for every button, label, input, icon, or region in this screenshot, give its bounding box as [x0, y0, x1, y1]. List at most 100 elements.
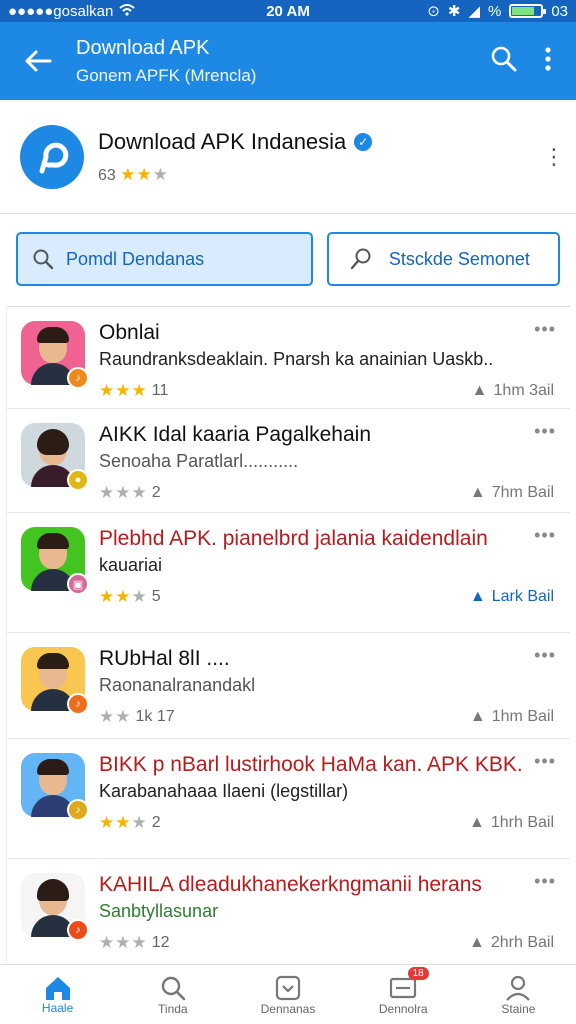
pin-icon: ▲: [469, 484, 486, 501]
overflow-menu-button[interactable]: [544, 46, 552, 77]
rating-count: 11: [151, 382, 169, 399]
item-subtitle: kauariai: [99, 555, 163, 575]
badge-icon: ♪: [67, 799, 89, 821]
badge-icon: ♪: [67, 693, 89, 715]
rating-count: 1k 17: [135, 708, 175, 725]
status-bar: ●●●●●gosalkan 20 AM ⊙ ✱ ◢ % 03: [0, 0, 576, 22]
avatar: ♪: [21, 321, 89, 389]
search-icon: [161, 976, 186, 1000]
nav-downloads-label: Dennanas: [260, 1001, 316, 1016]
more-horizontal-icon[interactable]: •••: [534, 421, 556, 442]
rating-stars: ★★★: [99, 933, 148, 952]
pin-icon: ▲: [469, 708, 486, 725]
badge-icon: ●: [67, 469, 89, 491]
header-meta: 63: [98, 166, 116, 184]
list-item[interactable]: ♪ Obnlai Raundranksdeaklain. Pnarsh ka a…: [7, 307, 570, 409]
nav-inbox[interactable]: 18 Dennolra: [346, 965, 461, 1024]
download-icon: [275, 975, 301, 1000]
list-item[interactable]: ♪ KAHILA dleadukhanekerkngmanii herans S…: [7, 859, 570, 963]
list-item[interactable]: ● AIKK Idal kaaria Pagalkehain Senoaha P…: [7, 409, 570, 513]
item-stat: ▲ Lark Bail: [469, 588, 554, 605]
list-item[interactable]: ♪ BIKK p nBarl lustirhook HaMa kan. APK …: [7, 739, 570, 859]
alarm-icon: ⊙: [427, 3, 440, 20]
app-bar: Download APK Gonem APFK (Mrencla): [0, 22, 576, 100]
battery-icon: [509, 4, 547, 18]
primary-button-label: Pomdl Dendanas: [66, 248, 205, 269]
more-horizontal-icon[interactable]: •••: [534, 319, 556, 340]
item-title: Obnlai: [99, 321, 160, 344]
nav-search-label: Tinda: [158, 1001, 188, 1016]
list-item[interactable]: ▣ Plebhd APK. pianelbrd jalania kaidendl…: [7, 513, 570, 633]
more-horizontal-icon[interactable]: •••: [534, 645, 556, 666]
rating-stars: ★★★: [99, 587, 148, 606]
verified-icon: ✓: [354, 132, 373, 151]
bottom-navigation: Haale Tinda Dennanas 18 Dennolra Staine: [0, 964, 576, 1024]
pin-icon: ▲: [469, 814, 485, 831]
rating-count: 2: [151, 814, 161, 831]
primary-button[interactable]: Pomdl Dendanas: [16, 232, 313, 286]
nav-profile[interactable]: Staine: [461, 965, 576, 1024]
item-title: AIKK Idal kaaria Pagalkehain: [99, 423, 372, 446]
item-subtitle: Sanbtyllasunar: [99, 901, 219, 921]
badge-icon: ♪: [67, 919, 89, 941]
nav-search[interactable]: Tinda: [115, 965, 230, 1024]
item-subtitle: Raundranksdeaklain. Pnarsh ka anainian U…: [99, 349, 494, 369]
item-title: Plebhd APK. pianelbrd jalania kaidendlai…: [99, 527, 488, 550]
rating-count: 2: [151, 484, 161, 501]
badge-icon: ▣: [67, 573, 89, 595]
nav-profile-label: Staine: [501, 1001, 536, 1016]
list-item[interactable]: ♪ RUbHal 8lI .... Raonanalranandakl ★★ 1…: [7, 633, 570, 739]
item-stat: ▲ 1hrh Bail: [469, 814, 554, 831]
secondary-button-label: Stsckde Semonet: [388, 248, 530, 269]
pin-icon: ▲: [471, 382, 488, 399]
item-subtitle: Raonanalranandakl: [99, 675, 256, 695]
item-title: BIKK p nBarl lustirhook HaMa kan. APK KB…: [99, 753, 523, 776]
avatar: ●: [21, 423, 89, 491]
item-stat: ▲ 7hm Bail: [469, 484, 554, 501]
search-icon: [350, 248, 371, 270]
more-horizontal-icon[interactable]: •••: [534, 525, 556, 546]
nav-home-label: Haale: [41, 1000, 74, 1015]
item-subtitle: Karabanahaaa Ilaeni (legstillar): [99, 781, 349, 801]
rating-count: 12: [151, 934, 170, 951]
action-buttons: Pomdl Dendanas Stsckde Semonet: [0, 232, 576, 288]
clock: 20 AM: [266, 2, 310, 20]
signal-percent: %: [487, 2, 502, 20]
rating-count: 5: [151, 588, 161, 605]
notification-badge: 18: [407, 967, 429, 980]
back-button[interactable]: [0, 49, 76, 73]
post-feed: ♪ Obnlai Raundranksdeaklain. Pnarsh ka a…: [6, 306, 570, 966]
app-bar-subtitle: Gonem APFK (Mrencla): [76, 65, 257, 85]
header-more-button[interactable]: ⋮: [532, 144, 576, 170]
app-header-card: Download APK Indanesia ✓ 63 ★★★ ⋮: [0, 100, 576, 214]
rating-stars: ★★: [99, 707, 132, 726]
app-logo: [20, 124, 84, 189]
header-rating-stars: ★★★: [120, 164, 169, 184]
search-button[interactable]: [490, 45, 518, 78]
item-stat: ▲ 1hm 3ail: [471, 382, 554, 399]
arrow-left-icon: [25, 50, 52, 72]
more-vertical-icon: [545, 46, 551, 71]
app-name: Download APK Indanesia: [98, 128, 347, 154]
more-horizontal-icon[interactable]: •••: [534, 751, 556, 772]
avatar: ♪: [21, 647, 89, 715]
app-bar-title: Download APK: [76, 36, 210, 59]
avatar: ♪: [21, 873, 89, 941]
secondary-button[interactable]: Stsckde Semonet: [326, 232, 560, 286]
item-subtitle: Senoaha Paratlarl...........: [99, 451, 299, 471]
nav-home[interactable]: Haale: [0, 965, 115, 1024]
app-logo-icon: [39, 142, 69, 173]
nav-inbox-label: Dennolra: [378, 1001, 428, 1016]
pin-icon: ▲: [469, 588, 486, 605]
more-horizontal-icon[interactable]: •••: [534, 871, 556, 892]
badge-icon: ♪: [67, 367, 89, 389]
profile-icon: [506, 975, 531, 1001]
item-title: KAHILA dleadukhanekerkngmanii herans: [99, 873, 482, 896]
wifi-icon: [119, 3, 136, 20]
battery-text: 03: [551, 2, 569, 20]
carrier-text: ●●●●●gosalkan: [8, 2, 114, 20]
rating-stars: ★★★: [99, 381, 148, 400]
pin-icon: ▲: [469, 934, 485, 951]
nav-downloads[interactable]: Dennanas: [230, 965, 345, 1024]
signal-icon: ◢: [468, 3, 480, 20]
